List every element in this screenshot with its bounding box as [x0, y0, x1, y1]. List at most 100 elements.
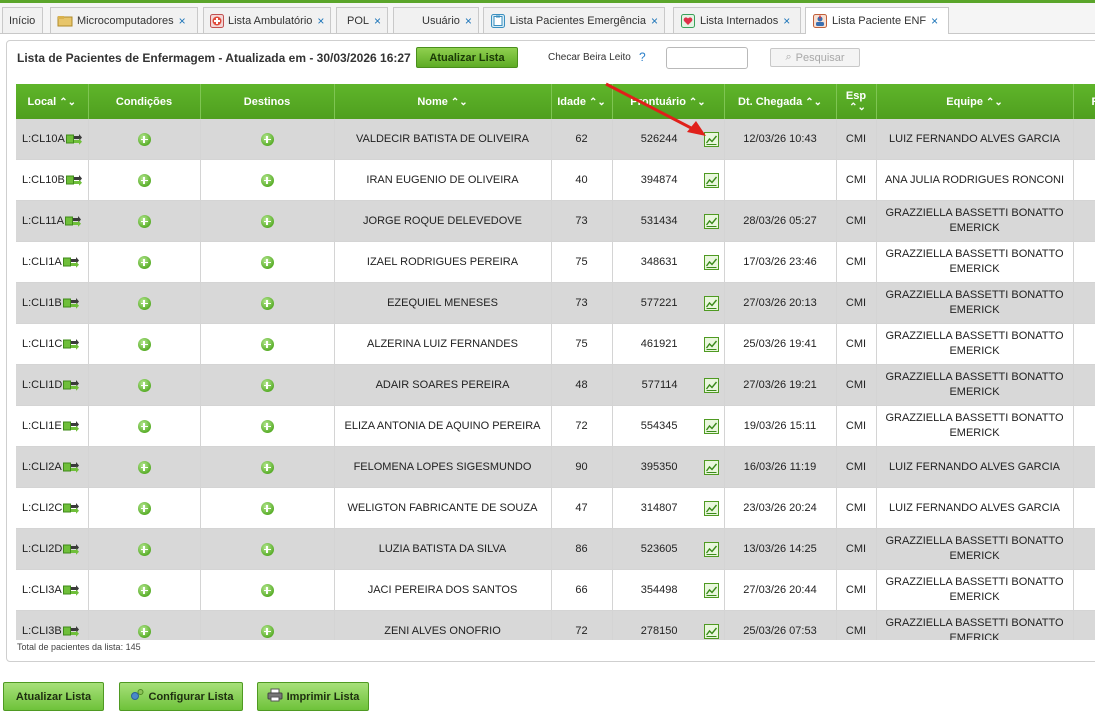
close-icon[interactable]: ×	[179, 14, 186, 28]
transfer-icon[interactable]	[62, 297, 79, 309]
transfer-icon[interactable]	[62, 502, 80, 514]
chart-icon[interactable]	[703, 623, 719, 639]
help-icon[interactable]: ?	[639, 50, 646, 64]
tab-pol[interactable]: POL ×	[336, 7, 388, 33]
close-icon[interactable]: ×	[931, 14, 938, 28]
add-destination-icon[interactable]	[260, 255, 274, 269]
chart-icon[interactable]	[703, 131, 719, 147]
bedside-check-input[interactable]	[666, 47, 748, 69]
close-icon[interactable]: ×	[465, 14, 472, 28]
col-idade[interactable]: Idade ⌃⌄	[551, 84, 613, 119]
configure-list-button[interactable]: Configurar Lista	[119, 682, 243, 711]
chart-icon[interactable]	[703, 336, 719, 352]
add-destination-icon[interactable]	[260, 583, 274, 597]
tab-microcomputadores[interactable]: Microcomputadores ×	[50, 7, 198, 33]
refresh-list-bottom-button[interactable]: Atualizar Lista	[3, 682, 104, 711]
table-row[interactable]: L:CLI1C ALZERINA LUIZ FERNANDES 75 461921 25…	[16, 323, 1095, 365]
table-row[interactable]: L:CLI2C WELIGTON FABRICANTE DE SOUZA 47 314…	[16, 487, 1095, 529]
search-button[interactable]: ⌕ Pesquisar	[770, 48, 860, 67]
add-destination-icon[interactable]	[260, 173, 274, 187]
chart-icon[interactable]	[703, 500, 719, 516]
add-destination-icon[interactable]	[260, 624, 274, 638]
chart-icon[interactable]	[703, 172, 719, 188]
transfer-icon[interactable]	[62, 461, 79, 473]
add-condition-icon[interactable]	[137, 583, 151, 597]
transfer-icon[interactable]	[62, 543, 80, 555]
transfer-icon[interactable]	[62, 338, 80, 350]
add-condition-icon[interactable]	[137, 378, 151, 392]
col-equipe[interactable]: Equipe ⌃⌄	[876, 84, 1074, 119]
table-row[interactable]: L:CLI3A JACI PEREIRA DOS SANTOS 66 354498 27…	[16, 569, 1095, 611]
close-icon[interactable]: ×	[651, 14, 658, 28]
chart-icon[interactable]	[703, 541, 719, 557]
print-list-button[interactable]: Imprimir Lista	[257, 682, 369, 711]
transfer-icon[interactable]	[62, 625, 79, 637]
cell-condicoes	[88, 446, 201, 488]
add-condition-icon[interactable]	[137, 460, 151, 474]
chart-icon[interactable]	[703, 377, 719, 393]
add-condition-icon[interactable]	[137, 173, 151, 187]
add-destination-icon[interactable]	[260, 542, 274, 556]
table-row[interactable]: L:CLI1A IZAEL RODRIGUES PEREIRA 75 348631 17…	[16, 241, 1095, 283]
chart-icon[interactable]	[703, 295, 719, 311]
table-row[interactable]: L:CL10B IRAN EUGENIO DE OLIVEIRA 40 394874 C…	[16, 159, 1095, 201]
add-destination-icon[interactable]	[260, 378, 274, 392]
table-row[interactable]: L:CLI2A FELOMENA LOPES SIGESMUNDO 90 395350…	[16, 446, 1095, 488]
table-row[interactable]: L:CLI1B EZEQUIEL MENESES 73 577221 27/03/26 …	[16, 282, 1095, 324]
col-nome[interactable]: Nome ⌃⌄	[334, 84, 552, 119]
tab-lista-pacientes-emergencia[interactable]: Lista Pacientes Emergência ×	[483, 7, 665, 33]
col-local[interactable]: Local ⌃⌄	[16, 84, 89, 119]
col-dt-chegada[interactable]: Dt. Chegada ⌃⌄	[724, 84, 837, 119]
transfer-icon[interactable]	[65, 133, 82, 145]
tab-lista-paciente-enf[interactable]: Lista Paciente ENF ×	[805, 7, 949, 34]
chart-icon[interactable]	[703, 459, 719, 475]
add-destination-icon[interactable]	[260, 501, 274, 515]
close-icon[interactable]: ×	[374, 14, 381, 28]
add-condition-icon[interactable]	[137, 296, 151, 310]
close-icon[interactable]: ×	[317, 14, 324, 28]
table-row[interactable]: L:CLI1D ADAIR SOARES PEREIRA 48 577114 27/03…	[16, 364, 1095, 406]
col-label: Local	[27, 95, 57, 108]
chart-icon[interactable]	[703, 254, 719, 270]
col-label: R	[1092, 96, 1095, 108]
transfer-icon[interactable]	[62, 584, 79, 596]
add-condition-icon[interactable]	[137, 624, 151, 638]
transfer-icon[interactable]	[62, 379, 80, 391]
add-destination-icon[interactable]	[260, 132, 274, 146]
tab-inicio[interactable]: Início	[2, 7, 43, 33]
transfer-icon[interactable]	[62, 420, 79, 432]
cell-condicoes	[88, 323, 201, 365]
refresh-list-button[interactable]: Atualizar Lista	[416, 47, 518, 68]
add-condition-icon[interactable]	[137, 337, 151, 351]
chart-icon[interactable]	[703, 582, 719, 598]
add-destination-icon[interactable]	[260, 460, 274, 474]
add-condition-icon[interactable]	[137, 501, 151, 515]
add-condition-icon[interactable]	[137, 419, 151, 433]
table-row[interactable]: L:CLI3B ZENI ALVES ONOFRIO 72 278150 25/03/2…	[16, 610, 1095, 640]
add-condition-icon[interactable]	[137, 132, 151, 146]
add-destination-icon[interactable]	[260, 214, 274, 228]
table-row[interactable]: L:CLI2D LUZIA BATISTA DA SILVA 86 523605 13/…	[16, 528, 1095, 570]
table-row[interactable]: L:CLI1E ELIZA ANTONIA DE AQUINO PEREIRA 72…	[16, 405, 1095, 447]
add-destination-icon[interactable]	[260, 337, 274, 351]
tab-lista-ambulatorio[interactable]: Lista Ambulatório ×	[203, 7, 331, 33]
tab-label: Lista Ambulatório	[228, 14, 313, 27]
table-row[interactable]: L:CL10A VALDECIR BATISTA DE OLIVEIRA 62 526…	[16, 119, 1095, 160]
tab-lista-internados[interactable]: Lista Internados ×	[673, 7, 801, 33]
chart-icon[interactable]	[703, 418, 719, 434]
transfer-icon[interactable]	[65, 174, 82, 186]
close-icon[interactable]: ×	[783, 14, 790, 28]
transfer-icon[interactable]	[62, 256, 79, 268]
tab-usuario[interactable]: Usuário ×	[393, 7, 479, 33]
transfer-icon[interactable]	[64, 215, 81, 227]
cell-esp: CMI	[836, 200, 877, 242]
add-destination-icon[interactable]	[260, 419, 274, 433]
add-condition-icon[interactable]	[137, 255, 151, 269]
table-row[interactable]: L:CL11A JORGE ROQUE DELEVEDOVE 73 531434 28/…	[16, 200, 1095, 242]
chart-icon[interactable]	[703, 213, 719, 229]
add-destination-icon[interactable]	[260, 296, 274, 310]
col-esp[interactable]: Esp ⌃⌄	[836, 84, 877, 119]
add-condition-icon[interactable]	[137, 214, 151, 228]
add-condition-icon[interactable]	[137, 542, 151, 556]
col-prontuario[interactable]: Prontuário ⌃⌄	[612, 84, 725, 119]
